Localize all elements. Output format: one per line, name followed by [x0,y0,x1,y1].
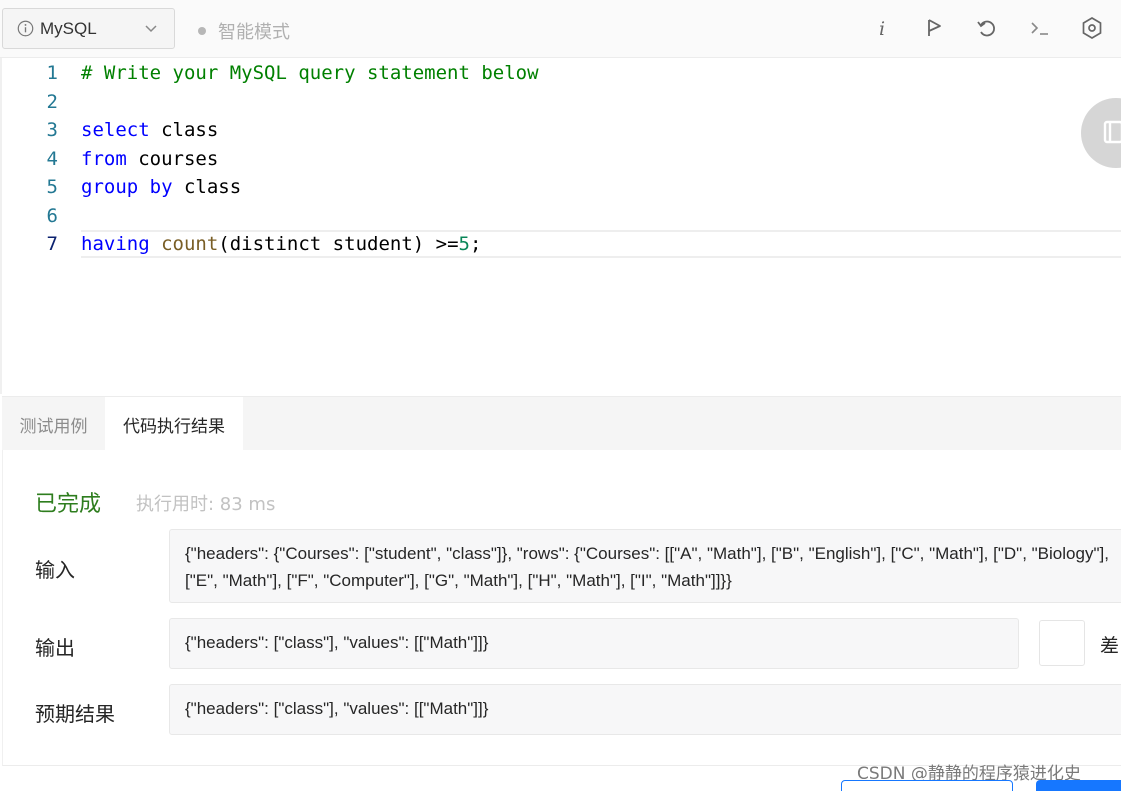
code-line[interactable]: 2 [2,88,1121,116]
diff-label: 差 [1100,635,1120,657]
mode-label: 智能模式 [218,22,290,43]
code-token: select [81,119,150,141]
line-number: 1 [46,62,58,84]
line-number: 3 [46,119,58,141]
line-code: having count(distinct student) >=5; [81,230,481,258]
line-number: 2 [46,90,58,113]
terminal-icon[interactable] [1028,16,1052,40]
execution-result-panel: 已完成 执行用时: 83 ms 输入 {"headers": {"Courses… [2,450,1121,766]
svg-text:i: i [879,18,885,40]
code-editor[interactable]: 1 # Write your MySQL query statement belo… [0,58,1121,394]
chevron-down-icon [145,25,157,33]
code-token: (distinct student) >= [218,233,459,255]
line-number: 4 [46,147,58,170]
line-code: # Write your MySQL query statement below [81,59,539,87]
output-label: 输出 [35,636,75,660]
code-line[interactable]: 7 having count(distinct student) >=5; [2,230,1121,258]
info-i-icon[interactable]: i [870,16,894,40]
code-token: 5 [458,233,470,255]
input-label: 输入 [35,558,75,582]
code-token: group by [81,176,173,198]
mode-status-dot [198,27,206,35]
line-code: select class [81,116,218,144]
runtime-label: 执行用时: 83 ms [136,494,276,515]
expected-label: 预期结果 [35,702,115,726]
code-line[interactable]: 6 [2,202,1121,230]
code-token: ; [469,233,482,255]
input-value-box: {"headers": {"Courses": ["student", "cla… [169,529,1121,603]
smart-mode-toggle[interactable]: 智能模式 [198,18,290,44]
run-flag-icon[interactable] [922,16,946,40]
line-number: 6 [46,204,58,227]
line-number: 5 [46,176,58,198]
diff-checkbox[interactable] [1039,620,1085,666]
result-tabs: 测试用例 代码执行结果 [2,396,1121,451]
code-token: courses [126,147,219,170]
code-line[interactable]: 5 group by class [2,173,1121,201]
line-code: group by class [81,173,241,201]
info-circle-icon [17,20,34,37]
editor-toolbar: MySQL 智能模式 i [0,0,1121,58]
language-select[interactable]: MySQL [2,8,175,49]
line-number: 7 [46,233,58,255]
settings-icon[interactable] [1080,16,1104,40]
code-token: count [161,233,219,255]
tab-execution-result[interactable]: 代码执行结果 [105,397,243,451]
code-token: class [172,176,242,198]
secondary-action-button[interactable] [841,780,1013,791]
book-icon [1103,120,1121,144]
code-token: # Write your MySQL query statement below [81,62,539,84]
reset-icon[interactable] [975,16,999,40]
output-value-box: {"headers": ["class"], "values": [["Math… [169,618,1019,669]
code-line[interactable]: 4 from courses [2,145,1121,173]
status-label: 已完成 [35,492,102,517]
line-code: from courses [81,145,218,173]
expected-value-box: {"headers": ["class"], "values": [["Math… [169,684,1121,735]
code-token: having [81,233,150,255]
language-label: MySQL [40,18,97,38]
code-line[interactable]: 1 # Write your MySQL query statement belo… [2,59,1121,87]
code-token: class [149,119,219,141]
code-token: from [81,147,127,170]
tab-test-cases[interactable]: 测试用例 [2,397,105,451]
code-line[interactable]: 3 select class [2,116,1121,144]
primary-action-button[interactable] [1036,780,1121,791]
